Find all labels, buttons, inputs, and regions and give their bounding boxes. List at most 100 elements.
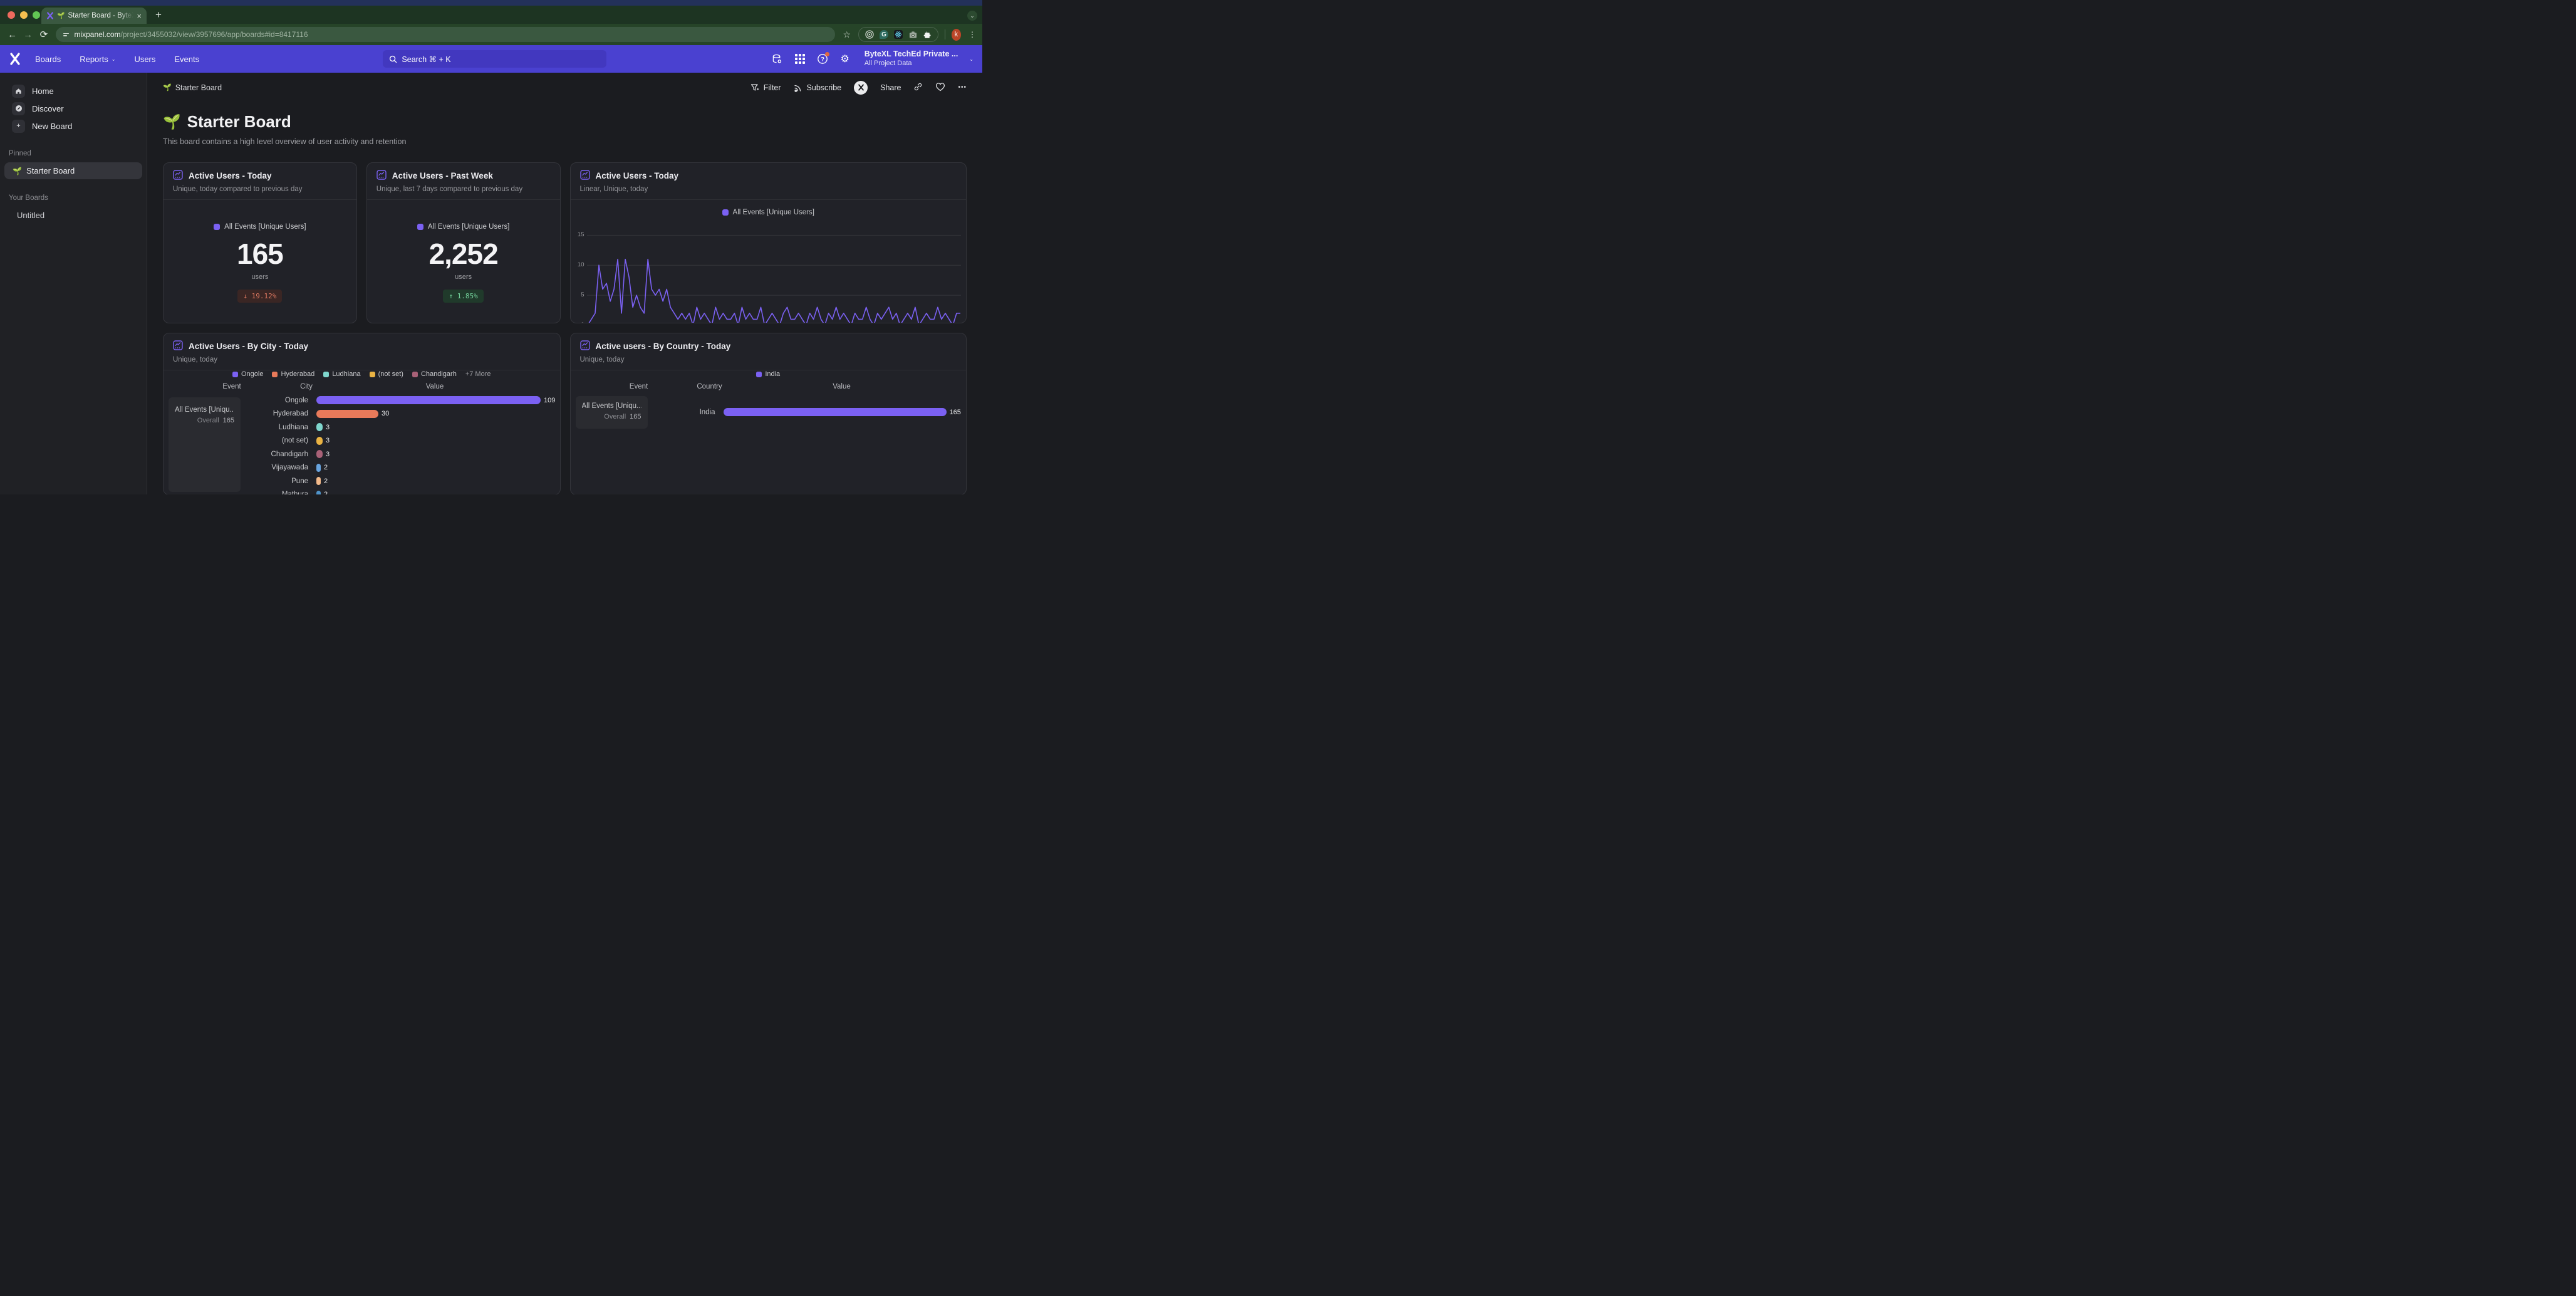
more-options-button[interactable]: ••• [958,84,967,91]
nav-item-users[interactable]: Users [134,55,155,64]
bar-row[interactable]: Pune2 [164,474,555,488]
line-plot [587,224,961,323]
legend-label: Chandigarh [421,370,457,378]
bullseye-icon[interactable] [865,30,874,39]
url-bar[interactable]: mixpanel.com/project/3455032/view/395769… [56,27,835,42]
legend-item[interactable]: (not set) [370,370,403,378]
card-subtitle: Unique, today [173,356,551,363]
browser-tab[interactable]: 🌱 Starter Board - ByteXL Tec × [41,8,147,24]
close-window-button[interactable] [8,11,15,19]
nav-item-events[interactable]: Events [174,55,199,64]
extensions-puzzle-icon[interactable] [923,30,932,39]
subscribe-button[interactable]: Subscribe [794,83,842,92]
bar-row[interactable]: (not set)3 [164,434,555,448]
search-icon [389,55,397,63]
plus-icon: + [12,120,25,133]
bar-row[interactable]: Hyderabad30 [164,407,555,421]
bookmark-star-icon[interactable]: ☆ [843,29,851,40]
data-management-icon[interactable] [772,53,783,65]
bar[interactable] [724,408,947,416]
legend-item[interactable]: India [756,370,780,378]
back-button[interactable]: ← [6,29,18,40]
sidebar-item-home[interactable]: Home [0,82,147,100]
tab-close-icon[interactable]: × [137,12,142,20]
grammarly-icon[interactable]: G [880,30,888,39]
bar[interactable] [316,423,323,431]
seedling-icon: 🌱 [163,83,172,91]
bar-row[interactable]: Ongole109 [164,394,555,407]
mixpanel-logo-icon[interactable] [9,53,21,65]
site-info-icon[interactable] [63,33,69,36]
maximize-window-button[interactable] [33,11,40,19]
card-active-users-by-city[interactable]: Active Users - By City - Today Unique, t… [163,333,561,494]
search-input[interactable]: Search ⌘ + K [383,50,606,68]
your-boards-header: Your Boards [0,194,147,202]
org-switcher[interactable]: ByteXL TechEd Private ... All Project Da… [865,50,958,68]
copy-link-icon[interactable] [913,82,923,93]
sidebar-item-untitled[interactable]: Untitled [0,207,147,224]
svg-text:?: ? [821,56,824,63]
minimize-window-button[interactable] [20,11,28,19]
legend-item[interactable]: Ludhiana [323,370,360,378]
card-active-users-line-chart[interactable]: Active Users - Today Linear, Unique, tod… [570,162,967,323]
bar-row[interactable]: Chandigarh3 [164,447,555,461]
breadcrumb[interactable]: 🌱 Starter Board [163,83,222,92]
legend-item[interactable]: Hyderabad [272,370,314,378]
bar-row[interactable]: Mathura2 [164,488,555,495]
window-controls[interactable] [8,11,40,19]
react-icon[interactable] [894,30,903,39]
mixpanel-top-nav: Boards Reports⌄ Users Events Search ⌘ + … [0,45,982,73]
tab-title: Starter Board - ByteXL Tec [68,12,133,19]
legend-item[interactable]: Ongole [232,370,263,378]
bar-row[interactable]: India165 [571,405,962,419]
favorite-heart-icon[interactable] [935,82,945,93]
sidebar-item-new-board[interactable]: + New Board [0,117,147,135]
legend-more[interactable]: +7 More [465,370,491,378]
camera-icon[interactable] [908,30,917,39]
bar-row[interactable]: Vijayawada2 [164,461,555,475]
bar-row[interactable]: Ludhiana3 [164,421,555,434]
bar-value: 109 [544,397,555,404]
chrome-menu-icon[interactable]: ⋮ [969,30,976,39]
board-main: 🌱 Starter Board Filter Subscribe [147,73,982,494]
apps-grid-icon[interactable] [794,53,806,65]
legend-swatch [412,372,418,377]
bar[interactable] [316,437,323,445]
reload-button[interactable]: ⟳ [38,29,49,40]
insights-chart-icon [173,170,183,182]
profile-avatar[interactable]: k [952,29,961,41]
legend-label: Ongole [241,370,263,378]
sidebar-item-starter-board[interactable]: 🌱 Starter Board [4,162,142,179]
bar-value: 3 [326,451,330,458]
card-active-users-past-week[interactable]: Active Users - Past Week Unique, last 7 … [366,162,561,323]
bar[interactable] [316,396,541,404]
share-button[interactable]: Share [880,83,901,92]
chevron-down-icon: ⌄ [112,56,116,62]
sidebar: Home Discover + New Board Pinned 🌱 Start… [0,73,147,494]
bar[interactable] [316,491,321,494]
bar[interactable] [316,450,323,458]
bar[interactable] [316,410,378,418]
new-tab-button[interactable]: + [155,9,162,24]
bar[interactable] [316,477,321,485]
bar[interactable] [316,464,321,472]
collaborator-avatar[interactable] [854,81,868,95]
nav-item-boards[interactable]: Boards [35,55,61,64]
card-active-users-by-country[interactable]: Active users - By Country - Today Unique… [570,333,967,494]
card-active-users-today[interactable]: Active Users - Today Unique, today compa… [163,162,357,323]
delta-badge: ↓ 19.12% [237,290,282,303]
settings-gear-icon[interactable]: ⚙ [839,53,851,65]
sidebar-item-label: Starter Board [26,166,75,175]
help-icon[interactable]: ? [817,53,828,65]
org-chevron-icon: ⌄ [969,56,974,62]
legend-item[interactable]: Chandigarh [412,370,457,378]
tab-search-button[interactable]: ⌄ [967,11,977,21]
kpi-value: 2,252 [429,237,498,271]
nav-item-reports[interactable]: Reports⌄ [80,55,115,64]
bar-label: (not set) [164,437,308,444]
sidebar-item-discover[interactable]: Discover [0,100,147,117]
page-subtitle: This board contains a high level overvie… [163,137,967,146]
filter-button[interactable]: Filter [750,83,781,92]
forward-button[interactable]: → [22,29,34,40]
kpi-value: 165 [237,237,283,271]
